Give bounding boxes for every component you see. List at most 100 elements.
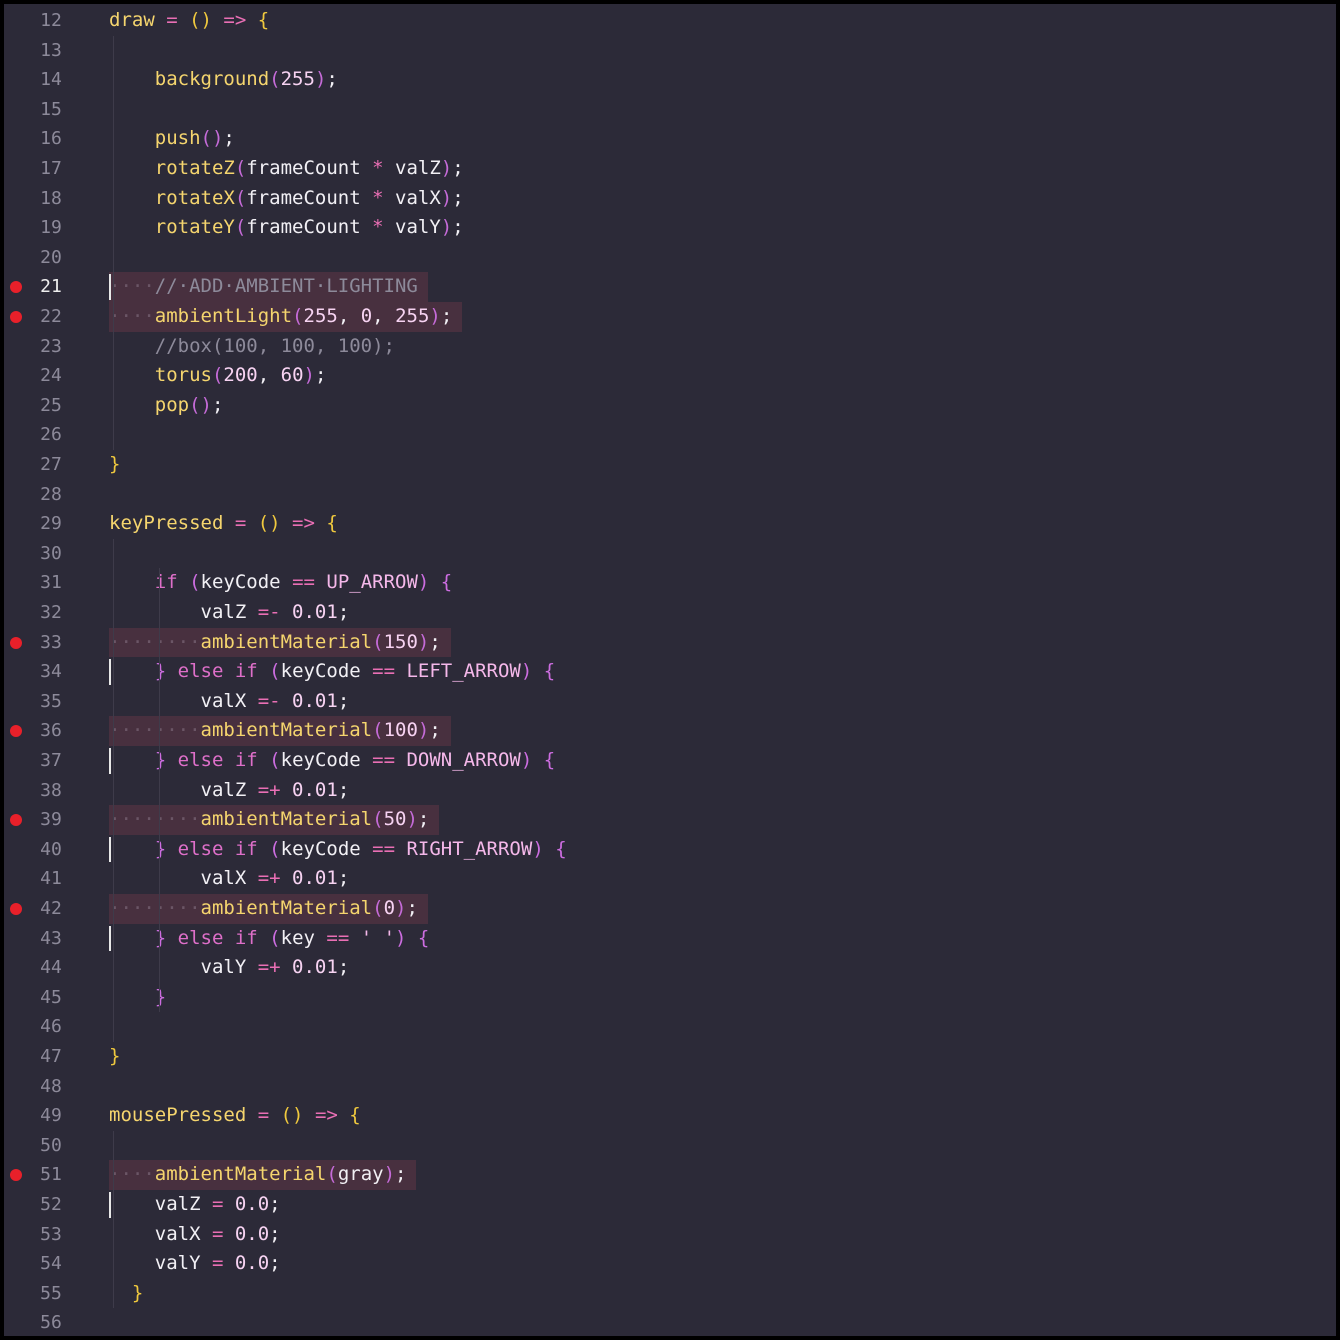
code-line[interactable]: 55 }: [4, 1279, 1336, 1309]
line-number: 16: [40, 128, 62, 150]
code-token: ;: [269, 1222, 281, 1245]
breakpoint-icon[interactable]: [10, 281, 22, 294]
code-token: ;: [314, 364, 327, 387]
code-token: draw: [109, 9, 155, 31]
code-line[interactable]: 38 valZ =+ 0.01;: [4, 776, 1336, 806]
code-line[interactable]: 39 ········ambientMaterial(50);: [4, 805, 1336, 835]
code-token: (: [189, 571, 201, 594]
breakpoint-icon[interactable]: [10, 814, 22, 827]
code-line[interactable]: 18 rotateX(frameCount * valX);: [4, 184, 1336, 214]
code-line[interactable]: 12 draw = () => {: [4, 6, 1336, 36]
code-line[interactable]: 34 } else if (keyCode == LEFT_ARROW) {: [4, 657, 1336, 687]
code-line[interactable]: 30: [4, 539, 1336, 569]
code-line[interactable]: 19 rotateY(frameCount * valY);: [4, 213, 1336, 243]
code-token: }: [131, 1281, 144, 1304]
code-line[interactable]: 25 pop();: [4, 391, 1336, 421]
code-token: (: [372, 719, 384, 742]
code-line[interactable]: 22 ····ambientLight(255, 0, 255);: [4, 302, 1336, 332]
code-line[interactable]: 15: [4, 95, 1336, 125]
code-token: ;: [326, 68, 338, 91]
code-line[interactable]: 36 ········ambientMaterial(100);: [4, 716, 1336, 746]
code-line[interactable]: 53 valX = 0.0;: [4, 1220, 1336, 1250]
code-token: keyCode: [200, 571, 293, 594]
code-token: (: [372, 808, 384, 831]
code-text: valX = 0.0;: [109, 1220, 281, 1250]
breakpoint-icon[interactable]: [10, 903, 22, 915]
code-line[interactable]: 26: [4, 420, 1336, 450]
code-token: ): [303, 364, 315, 387]
code-line[interactable]: 24 torus(200, 60);: [4, 361, 1336, 391]
code-token: mousePressed: [109, 1104, 247, 1127]
code-text: } else if (keyCode == DOWN_ARROW) {: [109, 746, 555, 776]
code-line[interactable]: 20: [4, 243, 1336, 273]
code-token: ==: [326, 926, 350, 949]
code-token: pop: [154, 393, 190, 416]
code-line[interactable]: 50: [4, 1131, 1336, 1161]
code-line[interactable]: 14 background(255);: [4, 65, 1336, 95]
code-token: else if: [177, 837, 270, 860]
code-text: valX =+ 0.01;: [109, 864, 350, 894]
code-line[interactable]: 52 valZ = 0.0;: [4, 1190, 1336, 1220]
code-line[interactable]: 27}: [4, 450, 1336, 480]
code-token: ): [395, 897, 407, 919]
code-token: =>: [280, 512, 327, 535]
code-line[interactable]: 31 if (keyCode == UP_ARROW) {: [4, 568, 1336, 598]
code-line[interactable]: 40 } else if (keyCode == RIGHT_ARROW) {: [4, 835, 1336, 865]
line-number: 20: [40, 246, 62, 268]
breakpoint-icon[interactable]: [10, 725, 22, 738]
code-line[interactable]: 32 valZ =- 0.01;: [4, 598, 1336, 628]
code-line[interactable]: 21 ····//·ADD·AMBIENT·LIGHTING: [4, 272, 1336, 302]
code-line[interactable]: 41 valX =+ 0.01;: [4, 864, 1336, 894]
code-line[interactable]: 56: [4, 1308, 1336, 1336]
code-token: (: [234, 216, 247, 239]
code-line[interactable]: 42 ········ambientMaterial(0);: [4, 894, 1336, 924]
code-line[interactable]: 47}: [4, 1042, 1336, 1072]
code-token: ): [440, 157, 453, 179]
code-line[interactable]: 45 }: [4, 983, 1336, 1013]
breakpoint-icon[interactable]: [10, 636, 22, 649]
code-token: torus: [154, 364, 212, 387]
code-line[interactable]: 48: [4, 1072, 1336, 1102]
code-line[interactable]: 37 } else if (keyCode == DOWN_ARROW) {: [4, 746, 1336, 776]
code-line[interactable]: 54 valY = 0.0;: [4, 1249, 1336, 1279]
code-token: 0.01: [280, 867, 338, 890]
code-token: valY: [383, 216, 441, 239]
code-text: valZ = 0.0;: [109, 1190, 281, 1220]
code-line[interactable]: 28: [4, 480, 1336, 510]
code-token: ==: [372, 749, 396, 771]
code-line[interactable]: 51 ····ambientMaterial(gray);: [4, 1160, 1336, 1190]
code-token: (: [269, 837, 281, 860]
breakpoint-icon[interactable]: [10, 1169, 22, 1182]
code-token: }: [109, 453, 121, 475]
line-number: 14: [40, 69, 62, 91]
code-line[interactable]: 23 //box(100, 100, 100);: [4, 332, 1336, 362]
code-line[interactable]: 44 valY =+ 0.01;: [4, 953, 1336, 983]
code-token: 50: [383, 808, 407, 831]
breakpoint-icon[interactable]: [10, 311, 22, 323]
code-line[interactable]: 46: [4, 1012, 1336, 1042]
code-editor[interactable]: 12 draw = () => {13 14 background(255); 15 1…: [4, 4, 1336, 1336]
text-cursor: [109, 274, 111, 300]
line-number: 32: [40, 602, 62, 623]
line-number: 21: [40, 276, 62, 298]
code-token: (): [189, 393, 212, 416]
code-token: 0: [383, 897, 396, 919]
code-text: }: [109, 1279, 143, 1309]
code-line[interactable]: 17 rotateZ(frameCount * valZ);: [4, 154, 1336, 184]
code-line[interactable]: 43 } else if (key == ' ') {: [4, 924, 1336, 954]
code-token: keyPressed: [109, 512, 224, 535]
code-line[interactable]: 16 push();: [4, 124, 1336, 154]
code-token: valZ: [109, 1193, 212, 1215]
code-line[interactable]: 49 mousePressed = () => {: [4, 1101, 1336, 1131]
code-token: ambientMaterial: [200, 719, 373, 742]
code-token: ;: [452, 216, 464, 239]
code-line[interactable]: 35 valX =- 0.01;: [4, 687, 1336, 717]
code-token: else if: [177, 749, 270, 771]
code-line[interactable]: 33 ········ambientMaterial(150);: [4, 627, 1336, 658]
code-line[interactable]: 13: [4, 36, 1336, 66]
code-line[interactable]: 29 keyPressed = () => {: [4, 509, 1336, 539]
code-text: } else if (key == ' ') {: [109, 924, 430, 954]
line-number: 15: [40, 98, 62, 120]
